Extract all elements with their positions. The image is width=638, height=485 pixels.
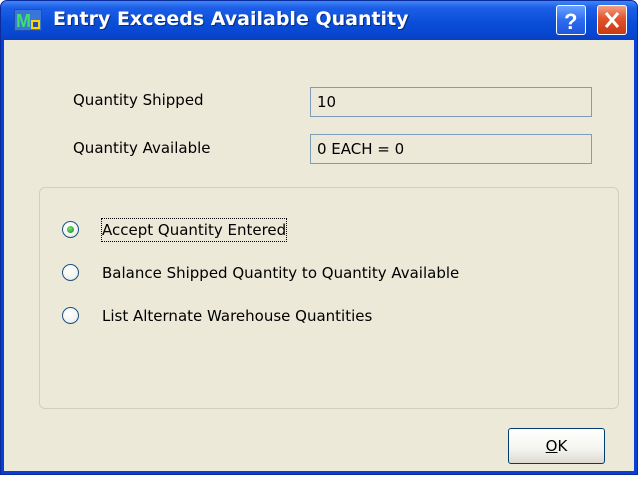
ok-label-rest: K [557, 437, 568, 455]
quantity-shipped-label: Quantity Shipped [73, 91, 204, 109]
dialog-body: Quantity Shipped 10 Quantity Available 0… [4, 40, 634, 471]
ok-mnemonic: O [545, 437, 558, 455]
app-logo-icon: M [14, 9, 42, 31]
window-title: Entry Exceeds Available Quantity [53, 8, 409, 30]
quantity-available-label: Quantity Available [73, 139, 211, 157]
quantity-shipped-field: 10 [310, 87, 592, 117]
title-bar[interactable]: M Entry Exceeds Available Quantity ? [1, 1, 637, 40]
ok-button[interactable]: OK [508, 428, 605, 464]
close-button[interactable] [597, 5, 627, 35]
svg-text:M: M [16, 11, 31, 31]
question-mark-icon: ? [564, 9, 577, 34]
radio-list-warehouse[interactable] [62, 307, 79, 324]
radio-balance-quantity[interactable] [62, 264, 79, 281]
option-label: Accept Quantity Entered [100, 218, 288, 242]
radio-selected-dot [67, 226, 74, 233]
dialog-window: M Entry Exceeds Available Quantity ? Qua… [0, 0, 638, 475]
svg-text:?: ? [564, 9, 577, 34]
option-label: Balance Shipped Quantity to Quantity Ava… [102, 264, 460, 282]
option-label: List Alternate Warehouse Quantities [102, 307, 373, 325]
quantity-available-field: 0 EACH = 0 [310, 134, 592, 164]
help-button[interactable]: ? [556, 5, 586, 35]
radio-accept-quantity[interactable] [62, 221, 79, 238]
close-x-icon [604, 12, 620, 28]
